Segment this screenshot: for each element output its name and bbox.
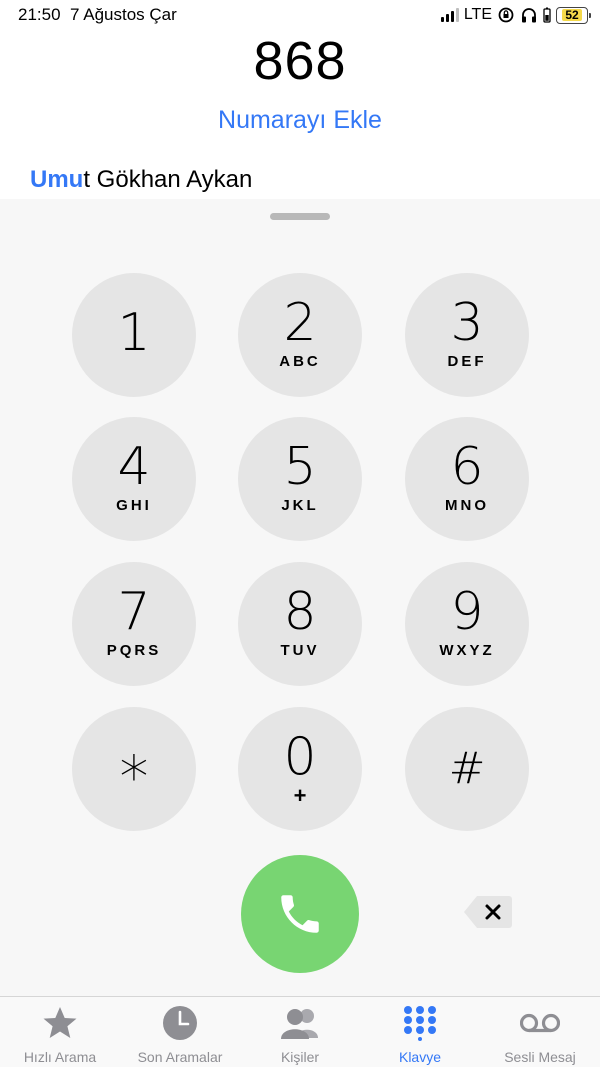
dialed-number: 868 [253, 31, 347, 91]
keypad-icon [404, 1006, 436, 1041]
phone-icon [281, 895, 319, 933]
tab-label: Hızlı Arama [23, 1049, 97, 1065]
key-letters: DEF [447, 353, 487, 370]
tab-contacts[interactable]: Kişiler [240, 997, 360, 1067]
key-letters: WXYZ [439, 642, 495, 659]
key-digit: 0 [283, 727, 317, 787]
voicemail-icon [520, 1013, 560, 1033]
key-digit: 9 [450, 582, 484, 642]
call-button[interactable] [241, 855, 359, 973]
key-7[interactable]: 7 PQRS [72, 562, 196, 686]
backspace-icon [464, 896, 512, 928]
contact-match-rest: t Gökhan Aykan [83, 166, 253, 193]
key-hash[interactable]: # [405, 707, 529, 831]
key-letters: GHI [116, 497, 152, 514]
key-letters: TUV [280, 642, 320, 659]
tab-keypad[interactable]: Klavye [360, 997, 480, 1067]
tab-label: Kişiler [280, 1049, 320, 1065]
tab-label: Sesli Mesaj [504, 1049, 576, 1065]
sheet-grabber[interactable] [270, 213, 330, 220]
status-bar: 21:50 7 Ağustos Çar LTE 52 [0, 0, 600, 30]
tab-recents[interactable]: Son Aramalar [120, 997, 240, 1067]
status-time: 21:50 [18, 5, 61, 24]
key-0[interactable]: 0 + [238, 707, 362, 831]
headphones-icon [522, 8, 536, 23]
key-letters: PQRS [106, 642, 162, 659]
key-digit: 6 [450, 437, 484, 497]
battery-level: 52 [562, 9, 582, 21]
key-digit: * [119, 743, 149, 811]
key-digit: 3 [450, 293, 484, 353]
contacts-icon [281, 1009, 318, 1039]
status-date: 7 Ağustos Çar [70, 5, 177, 24]
star-icon [43, 1007, 77, 1038]
tab-voicemail[interactable]: Sesli Mesaj [480, 997, 600, 1067]
key-4[interactable]: 4 GHI [72, 417, 196, 541]
key-digit: 1 [117, 303, 151, 363]
key-letters: ABC [279, 353, 321, 370]
key-letters: + [293, 783, 307, 808]
key-digit: 7 [117, 582, 151, 642]
key-8[interactable]: 8 TUV [238, 562, 362, 686]
add-number-link[interactable]: Numarayı Ekle [0, 106, 600, 135]
tab-bar: Hızlı Arama Son Aramalar Kişiler Klavye [0, 996, 600, 1067]
key-5[interactable]: 5 JKL [238, 417, 362, 541]
rotation-lock-icon [498, 7, 514, 23]
key-digit: 2 [283, 293, 317, 353]
key-1[interactable]: 1 [72, 273, 196, 397]
keypad-sheet: 1 2 ABC 3 DEF 4 GHI 5 JKL 6 MNO 7 PQRS 8… [0, 199, 600, 996]
network-type: LTE [463, 6, 492, 23]
key-digit: 8 [283, 582, 317, 642]
delete-button[interactable] [463, 895, 513, 929]
key-3[interactable]: 3 DEF [405, 273, 529, 397]
status-indicators: LTE 52 [440, 5, 591, 25]
key-digit: # [448, 743, 486, 794]
battery-small-icon [543, 7, 551, 23]
tab-label: Klavye [398, 1049, 442, 1065]
key-6[interactable]: 6 MNO [405, 417, 529, 541]
contact-suggestion[interactable]: Umut Gökhan Aykan [30, 166, 252, 194]
key-2[interactable]: 2 ABC [238, 273, 362, 397]
clock-icon [163, 1006, 197, 1040]
tab-favorites[interactable]: Hızlı Arama [0, 997, 120, 1067]
tab-label: Son Aramalar [137, 1049, 223, 1065]
key-9[interactable]: 9 WXYZ [405, 562, 529, 686]
key-letters: JKL [281, 497, 319, 514]
signal-icon [440, 8, 459, 22]
battery-icon: 52 [556, 6, 591, 24]
contact-match-highlight: Umu [30, 166, 84, 193]
key-digit: 4 [117, 437, 151, 497]
key-letters: MNO [445, 497, 489, 514]
key-digit: 5 [283, 437, 317, 497]
key-star[interactable]: * [72, 707, 196, 831]
